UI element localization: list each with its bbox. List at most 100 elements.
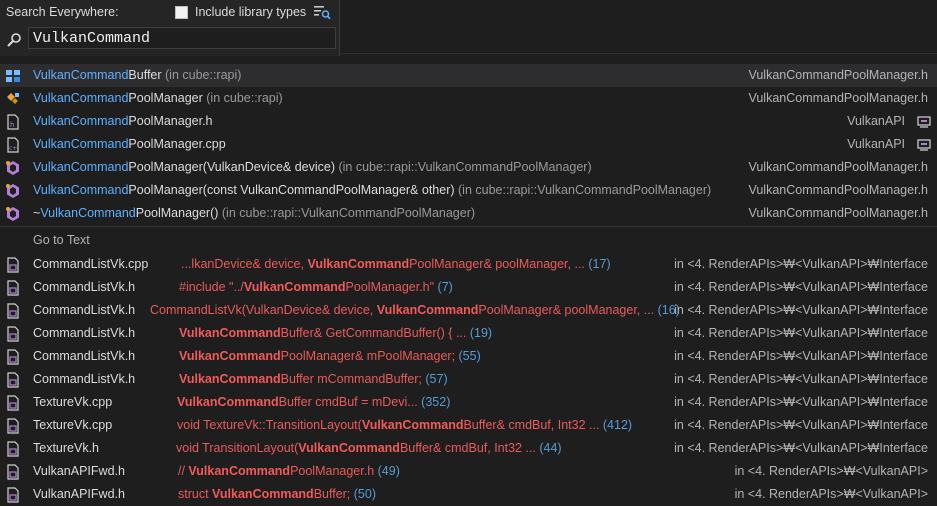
text-result-row[interactable]: CommandListVk.h #include "../VulkanComman… <box>0 276 937 299</box>
result-snippet: VulkanCommandBuffer& GetCommandBuffer() … <box>179 322 492 345</box>
result-snippet: // VulkanCommandPoolManager.h (49) <box>178 460 400 483</box>
text-result-row[interactable]: CommandListVk.cpp ...lkanDevice& device, … <box>0 253 937 276</box>
symbol-rest: PoolManager() <box>135 206 219 220</box>
symbol-result-row[interactable]: c+ VulkanCommandPoolManager.cpp VulkanAPI <box>0 133 937 156</box>
symbol-match: VulkanCommand <box>40 206 136 220</box>
symbol-result-row[interactable]: VulkanCommandPoolManager(const VulkanCom… <box>0 179 937 202</box>
symbol-match: VulkanCommand <box>33 160 129 174</box>
method-icon <box>6 207 19 221</box>
text-result-row[interactable]: TextureVk.h void TransitionLayout(VulkanC… <box>0 437 937 460</box>
result-file-name: TextureVk.h <box>33 441 100 455</box>
results-list: VulkanCommandBuffer (in cube::rapi) Vulka… <box>0 64 937 506</box>
text-result-row[interactable]: CommandListVk.h VulkanCommandBuffer mComm… <box>0 368 937 391</box>
text-result-row[interactable]: VulkanAPIFwd.h // VulkanCommandPoolManage… <box>0 460 937 483</box>
class-icon <box>7 93 19 104</box>
result-path: in <4. RenderAPIs>₩<VulkanAPI> <box>734 487 928 501</box>
text-results: CommandListVk.cpp ...lkanDevice& device, … <box>0 253 937 506</box>
symbol-location: VulkanCommandPoolManager.h <box>748 91 928 105</box>
result-path: in <4. RenderAPIs>₩<VulkanAPI>₩Interface <box>674 303 928 317</box>
project-icon <box>917 116 931 128</box>
line-number: (55) <box>455 349 481 363</box>
result-path: in <4. RenderAPIs>₩<VulkanAPI>₩Interface <box>674 326 928 340</box>
result-path: in <4. RenderAPIs>₩<VulkanAPI>₩Interface <box>674 395 928 409</box>
symbol-result-row[interactable]: h VulkanCommandPoolManager.h VulkanAPI <box>0 110 937 133</box>
symbol-namespace: (in cube::rapi) <box>161 68 242 82</box>
symbol-name: VulkanCommandPoolManager (in cube::rapi) <box>33 87 283 110</box>
struct-icon <box>6 70 20 82</box>
file-icon <box>7 441 19 457</box>
filter-icon[interactable] <box>313 4 331 20</box>
snippet-match: VulkanCommand <box>243 280 346 294</box>
symbol-match: VulkanCommand <box>33 91 129 105</box>
symbol-location: VulkanCommandPoolManager.h <box>748 68 928 82</box>
method-icon <box>6 184 19 198</box>
snippet-match: VulkanCommand <box>212 487 314 501</box>
result-path: in <4. RenderAPIs>₩<VulkanAPI>₩Interface <box>674 257 928 271</box>
snippet-post: PoolManager& poolManager, ... <box>409 257 585 271</box>
search-icon <box>7 33 21 47</box>
result-snippet: struct VulkanCommandBuffer; (50) <box>178 483 376 506</box>
line-number: (50) <box>350 487 376 501</box>
result-snippet: VulkanCommandBuffer cmdBuf = mDevi... (3… <box>177 391 450 414</box>
file-icon <box>7 280 19 296</box>
snippet-match: VulkanCommand <box>179 326 281 340</box>
result-file-name: CommandListVk.h <box>33 280 136 294</box>
symbol-rest: PoolManager(const VulkanCommandPoolManag… <box>128 183 455 197</box>
search-title: Search Everywhere: <box>6 5 119 19</box>
result-path: in <4. RenderAPIs>₩<VulkanAPI>₩Interface <box>674 441 928 455</box>
cpp-file-icon: c+ <box>7 137 19 153</box>
snippet-match: VulkanCommand <box>179 349 281 363</box>
snippet-pre: void TransitionLayout( <box>176 441 299 455</box>
symbol-result-row[interactable]: VulkanCommandPoolManager(VulkanDevice& d… <box>0 156 937 179</box>
symbol-match: VulkanCommand <box>33 114 129 128</box>
file-icon <box>7 464 19 480</box>
method-icon <box>6 161 19 175</box>
snippet-post: Buffer; <box>313 487 351 501</box>
symbol-rest: PoolManager.h <box>128 114 213 128</box>
symbol-match: VulkanCommand <box>33 68 129 82</box>
text-result-row[interactable]: CommandListVk.h VulkanCommandPoolManager&… <box>0 345 937 368</box>
search-input[interactable] <box>28 27 336 49</box>
symbol-location: VulkanCommandPoolManager.h <box>748 160 928 174</box>
snippet-match: VulkanCommand <box>298 441 400 455</box>
include-library-checkbox[interactable] <box>175 5 188 19</box>
include-library-label: Include library types <box>195 5 307 19</box>
symbol-rest: PoolManager.cpp <box>128 137 226 151</box>
snippet-pre: // <box>178 464 189 478</box>
line-number: (412) <box>599 418 633 432</box>
snippet-match: VulkanCommand <box>177 395 279 409</box>
snippet-post: Buffer mCommandBuffer; <box>280 372 422 386</box>
snippet-post: PoolManager& mPoolManager; <box>280 349 456 363</box>
include-library-toggle[interactable]: Include library types <box>175 5 306 19</box>
symbol-name: VulkanCommandPoolManager.cpp <box>33 133 226 156</box>
symbol-name: VulkanCommandBuffer (in cube::rapi) <box>33 64 241 87</box>
result-path: in <4. RenderAPIs>₩<VulkanAPI> <box>734 464 928 478</box>
snippet-pre: #include "../ <box>179 280 244 294</box>
file-icon <box>7 303 19 319</box>
text-result-row[interactable]: TextureVk.cpp void TextureVk::TransitionL… <box>0 414 937 437</box>
text-result-row[interactable]: TextureVk.cpp VulkanCommandBuffer cmdBuf … <box>0 391 937 414</box>
line-number: (57) <box>421 372 448 386</box>
result-snippet: CommandListVk(VulkanDevice& device, Vulk… <box>150 299 680 322</box>
divider <box>339 53 937 54</box>
snippet-pre: struct <box>178 487 213 501</box>
symbol-result-row[interactable]: VulkanCommandBuffer (in cube::rapi) Vulka… <box>0 64 937 87</box>
go-to-text-header: Go to Text <box>0 226 937 253</box>
snippet-post: Buffer& GetCommandBuffer() { ... <box>280 326 467 340</box>
symbol-namespace: (in cube::rapi::VulkanCommandPoolManager… <box>335 160 592 174</box>
text-result-row[interactable]: CommandListVk.h CommandListVk(VulkanDevic… <box>0 299 937 322</box>
symbol-result-row[interactable]: ~VulkanCommandPoolManager() (in cube::ra… <box>0 202 937 225</box>
result-path: in <4. RenderAPIs>₩<VulkanAPI>₩Interface <box>674 349 928 363</box>
result-snippet: VulkanCommandPoolManager& mPoolManager; … <box>179 345 481 368</box>
symbol-match: VulkanCommand <box>33 137 129 151</box>
text-result-row[interactable]: CommandListVk.h VulkanCommandBuffer& GetC… <box>0 322 937 345</box>
result-snippet: ...lkanDevice& device, VulkanCommandPool… <box>181 253 611 276</box>
symbol-result-row[interactable]: VulkanCommandPoolManager (in cube::rapi)… <box>0 87 937 110</box>
snippet-post: Buffer& cmdBuf, Int32 ... <box>463 418 600 432</box>
result-file-name: TextureVk.cpp <box>33 418 113 432</box>
line-number: (44) <box>535 441 562 455</box>
text-result-row[interactable]: VulkanAPIFwd.h struct VulkanCommandBuffer… <box>0 483 937 506</box>
line-number: (7) <box>434 280 453 294</box>
result-file-name: CommandListVk.h <box>33 372 136 386</box>
symbol-location: VulkanCommandPoolManager.h <box>748 206 928 220</box>
